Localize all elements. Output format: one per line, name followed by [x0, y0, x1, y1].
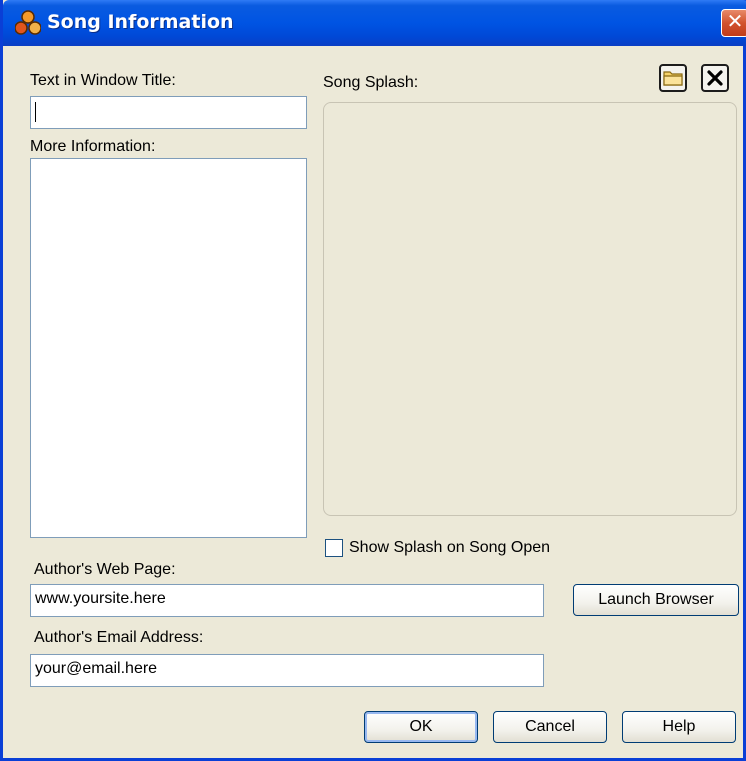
email-label: Author's Email Address: — [34, 629, 204, 646]
close-icon: ✕ — [726, 11, 744, 33]
web-page-label: Author's Web Page: — [34, 561, 176, 578]
window-title: Song Information — [47, 11, 234, 33]
show-splash-label[interactable]: Show Splash on Song Open — [349, 539, 550, 557]
song-splash-label: Song Splash: — [323, 74, 419, 91]
text-caret — [35, 102, 36, 122]
song-information-dialog: Song Information ✕ Text in Window Title:… — [0, 0, 746, 761]
open-splash-button[interactable] — [659, 64, 687, 92]
song-splash-preview — [323, 102, 737, 516]
ok-button[interactable]: OK — [364, 711, 478, 743]
folder-icon — [663, 71, 683, 86]
show-splash-checkbox[interactable] — [325, 539, 343, 557]
more-information-label: More Information: — [30, 138, 156, 155]
window-title-input[interactable] — [30, 96, 307, 129]
email-input[interactable]: your@email.here — [30, 654, 544, 687]
web-page-input[interactable]: www.yoursite.here — [30, 584, 544, 617]
title-bar[interactable]: Song Information ✕ — [3, 0, 746, 46]
cancel-button[interactable]: Cancel — [493, 711, 607, 743]
window-title-label: Text in Window Title: — [30, 72, 176, 89]
more-information-textarea[interactable] — [30, 158, 307, 538]
app-logo-icon — [15, 10, 41, 35]
close-button[interactable]: ✕ — [721, 9, 746, 37]
help-button[interactable]: Help — [622, 711, 736, 743]
clear-splash-button[interactable] — [701, 64, 729, 92]
clear-x-icon — [707, 70, 723, 86]
launch-browser-button[interactable]: Launch Browser — [573, 584, 739, 616]
